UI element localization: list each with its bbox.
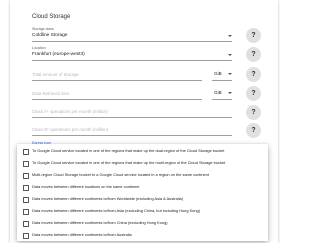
option-label: Data moves between different continents … — [32, 196, 184, 201]
location-label: Location — [32, 46, 46, 50]
egress-option[interactable]: Data moves between different locations o… — [17, 182, 268, 192]
option-checkbox[interactable] — [23, 184, 29, 191]
egress-option[interactable]: To Google Cloud service located in one o… — [17, 146, 268, 156]
option-checkbox[interactable] — [23, 172, 29, 179]
option-checkbox[interactable] — [23, 220, 29, 227]
egress-option[interactable]: To Google Cloud service located in one o… — [17, 158, 268, 168]
total-storage-underline — [32, 80, 202, 81]
location-underline — [32, 60, 232, 61]
option-label: To Google Cloud service located in one o… — [32, 148, 225, 153]
option-label: To Google Cloud service located in one o… — [32, 160, 226, 165]
class-a-ops-input[interactable]: Class A* operations per month (million) — [32, 109, 108, 114]
option-label: Data moves between different locations o… — [32, 184, 140, 189]
option-checkbox[interactable] — [23, 232, 29, 239]
storage-class-help-icon[interactable]: ? — [246, 28, 261, 43]
egress-type-dropdown: To Google Cloud service located in one o… — [17, 144, 268, 241]
option-label: Data moves between different continents … — [32, 208, 200, 213]
storage-class-underline — [32, 41, 232, 42]
class-b-ops-underline — [32, 135, 232, 136]
egress-option[interactable]: Data moves between different continents … — [17, 206, 268, 216]
egress-option[interactable]: Data moves between different continents … — [17, 194, 268, 204]
location-help-icon[interactable]: ? — [246, 47, 261, 62]
option-label: Multi-region Cloud Storage bucket to a G… — [32, 172, 209, 177]
option-checkbox[interactable] — [23, 196, 29, 203]
egress-option[interactable]: Data moves between different continents … — [17, 230, 268, 240]
data-retrieval-input[interactable]: Data Retrieval Size — [32, 91, 70, 96]
data-retrieval-unit-chevron-down-icon[interactable] — [228, 92, 232, 94]
class-b-ops-input[interactable]: Class B* operations per month (million) — [32, 127, 108, 132]
total-storage-help-icon[interactable]: ? — [246, 67, 261, 82]
class-a-ops-underline — [32, 117, 232, 118]
data-retrieval-unit-underline — [212, 99, 232, 100]
storage-class-select[interactable]: Coldline Storage — [32, 33, 67, 38]
storage-class-label: Storage class — [32, 27, 54, 31]
data-retrieval-unit-select[interactable]: GiB — [214, 90, 222, 95]
data-retrieval-underline — [32, 99, 202, 100]
total-storage-unit-select[interactable]: GiB — [214, 71, 222, 76]
option-checkbox[interactable] — [23, 160, 29, 167]
option-label: Data moves between different continents … — [32, 220, 168, 225]
total-storage-unit-underline — [212, 80, 232, 81]
location-chevron-down-icon[interactable] — [228, 54, 232, 56]
egress-option[interactable]: Multi-region Cloud Storage bucket to a G… — [17, 170, 268, 180]
total-storage-input[interactable]: Total Amount of Storage — [32, 72, 79, 77]
class-b-ops-help-icon[interactable]: ? — [246, 123, 261, 138]
card-title: Cloud Storage — [32, 14, 71, 20]
total-storage-unit-chevron-down-icon[interactable] — [228, 73, 232, 75]
option-label: Data moves between different continents … — [32, 232, 132, 237]
data-retrieval-help-icon[interactable]: ? — [246, 86, 261, 101]
egress-option[interactable]: Data moves between different continents … — [17, 218, 268, 228]
option-checkbox[interactable] — [23, 148, 29, 155]
option-checkbox[interactable] — [23, 208, 29, 215]
storage-class-chevron-down-icon[interactable] — [228, 35, 232, 37]
location-select[interactable]: Frankfurt (europe-west3) — [32, 52, 85, 57]
class-a-ops-help-icon[interactable]: ? — [246, 105, 261, 120]
